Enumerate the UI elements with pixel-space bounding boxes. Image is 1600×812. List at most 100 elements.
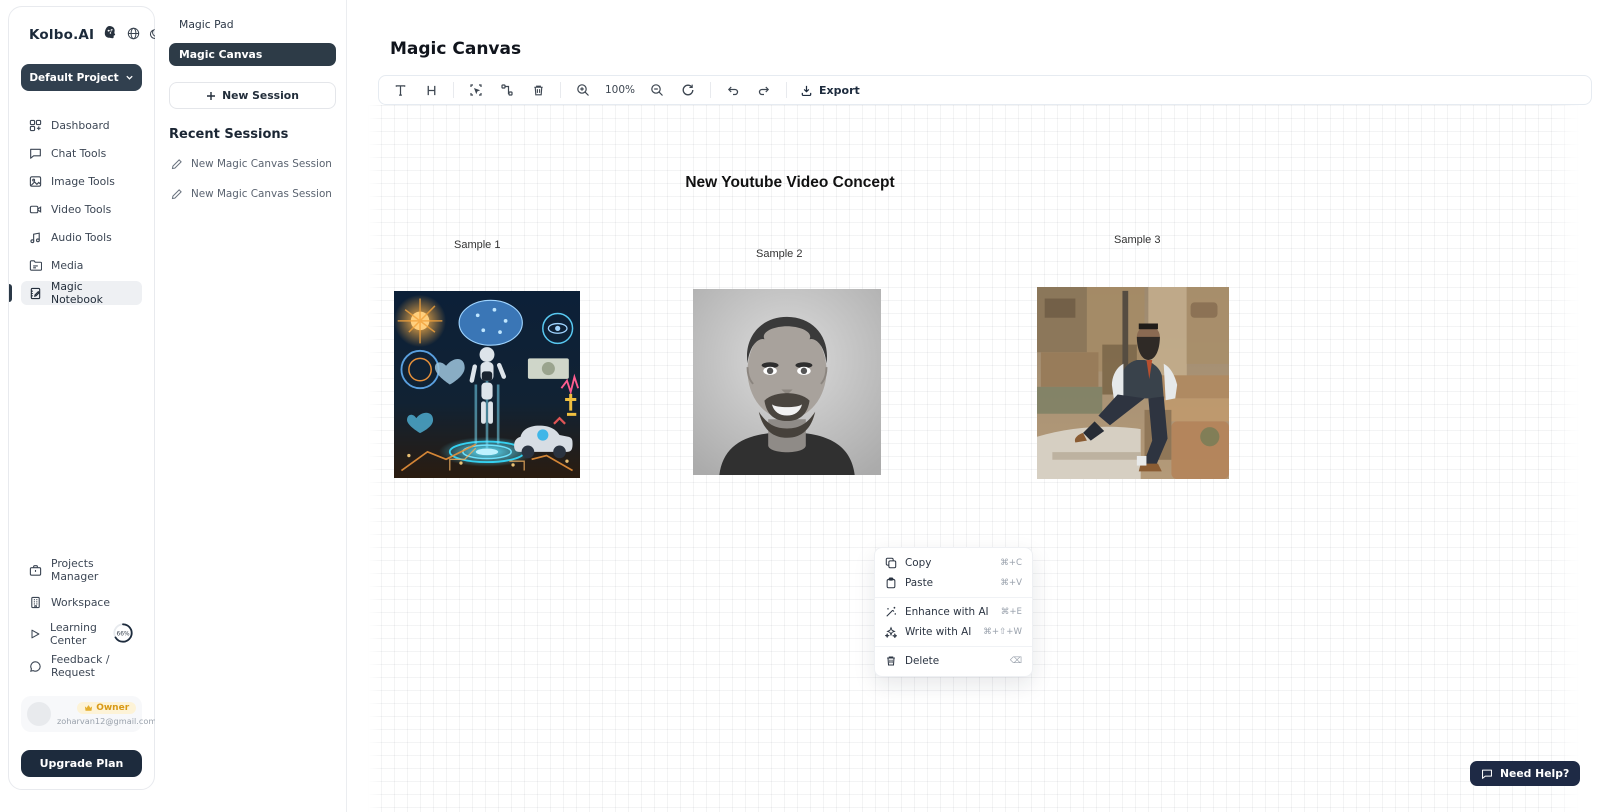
context-menu-divider	[875, 646, 1032, 647]
building-icon	[29, 596, 42, 609]
wand-icon	[885, 606, 897, 618]
sidebar-item-label: Magic Notebook	[51, 280, 134, 306]
canvas-toolbar: 100% Export	[378, 75, 1592, 105]
canvas-sample-1-label[interactable]: Sample 1	[454, 239, 500, 251]
sidebar-item-learning-center[interactable]: Learning Center 66%	[21, 622, 142, 646]
sidebar-item-chat-tools[interactable]: Chat Tools	[21, 141, 142, 165]
app-root: Kolbo.AI Default Project Dashboard Chat …	[0, 0, 1600, 812]
sidebar-item-dashboard[interactable]: Dashboard	[21, 113, 142, 137]
sidebar-item-label: Workspace	[51, 596, 110, 609]
project-selector[interactable]: Default Project	[21, 64, 142, 91]
context-menu-label: Copy	[905, 557, 931, 569]
sidebar-item-magic-notebook[interactable]: Magic Notebook	[21, 281, 142, 305]
owner-badge: Owner	[77, 702, 136, 714]
canvas-image-portrait[interactable]	[693, 289, 881, 475]
sidebar-item-video-tools[interactable]: Video Tools	[21, 197, 142, 221]
user-meta: Owner zoharvan12@gmail.com	[57, 702, 156, 726]
learning-progress-ring: 66%	[112, 622, 134, 647]
sidebar-item-audio-tools[interactable]: Audio Tools	[21, 225, 142, 249]
zoom-level: 100%	[605, 84, 635, 96]
magic-canvas-link-active[interactable]: Magic Canvas	[169, 43, 336, 66]
brand-head-icon	[102, 25, 117, 44]
user-email: zoharvan12@gmail.com	[57, 716, 156, 726]
svg-text:66%: 66%	[116, 631, 129, 637]
context-menu-label: Paste	[905, 577, 933, 589]
globe-icon[interactable]	[127, 25, 140, 44]
audio-icon	[29, 231, 42, 244]
reset-view-button[interactable]	[679, 81, 697, 99]
sidebar-item-label: Feedback / Request	[51, 653, 134, 679]
select-tool-button[interactable]	[467, 81, 485, 99]
page-title: Magic Canvas	[390, 39, 521, 59]
play-icon	[29, 628, 41, 640]
context-menu-item-paste[interactable]: Paste ⌘+V	[875, 573, 1032, 593]
canvas-image-ai-concept[interactable]	[394, 291, 580, 478]
need-help-button[interactable]: Need Help?	[1470, 761, 1580, 786]
copy-icon	[885, 557, 897, 569]
sidebar-item-projects-manager[interactable]: Projects Manager	[21, 558, 142, 582]
image-icon	[29, 175, 42, 188]
help-chat-icon	[1481, 768, 1493, 780]
sidebar-item-image-tools[interactable]: Image Tools	[21, 169, 142, 193]
sidebar-item-label: Image Tools	[51, 175, 115, 188]
magic-pad-link[interactable]: Magic Pad	[169, 14, 336, 35]
context-menu-shortcut: ⌘+V	[1000, 578, 1022, 588]
canvas-image-man-on-ruins[interactable]	[1037, 287, 1229, 479]
sidebar-item-label: Chat Tools	[51, 147, 106, 160]
user-account-card[interactable]: Owner zoharvan12@gmail.com ⌃	[21, 696, 142, 732]
session-item[interactable]: New Magic Canvas Session	[169, 156, 336, 172]
sidebar-item-media[interactable]: Media	[21, 253, 142, 277]
session-item[interactable]: New Magic Canvas Session	[169, 186, 336, 202]
new-session-button[interactable]: New Session	[169, 82, 336, 109]
context-menu-label: Enhance with AI	[905, 606, 989, 618]
redo-button[interactable]	[755, 81, 773, 99]
sidebar-item-label: Audio Tools	[51, 231, 112, 244]
new-session-label: New Session	[222, 89, 299, 102]
heading-tool-button[interactable]	[422, 81, 440, 99]
plus-icon	[206, 91, 216, 101]
sidebar-item-workspace[interactable]: Workspace	[21, 590, 142, 614]
notebook-icon	[29, 287, 42, 300]
chevron-down-icon	[125, 73, 134, 82]
zoom-in-button[interactable]	[574, 81, 592, 99]
briefcase-icon	[29, 564, 42, 577]
sparkle-icon	[885, 626, 897, 638]
upgrade-plan-button[interactable]: Upgrade Plan	[21, 750, 142, 777]
download-icon	[800, 84, 813, 97]
text-tool-button[interactable]	[391, 81, 409, 99]
paste-icon	[885, 577, 897, 589]
sidebar-item-label: Media	[51, 259, 83, 272]
context-menu: Copy ⌘+C Paste ⌘+V Enhance with AI ⌘+E W…	[874, 547, 1033, 677]
toolbar-divider	[453, 82, 454, 98]
toolbar-divider	[786, 82, 787, 98]
canvas-title-text[interactable]: New Youtube Video Concept	[540, 174, 1040, 192]
context-menu-item-copy[interactable]: Copy ⌘+C	[875, 553, 1032, 573]
canvas-sample-2-label[interactable]: Sample 2	[756, 248, 802, 260]
sidebar-item-feedback[interactable]: Feedback / Request	[21, 654, 142, 678]
context-menu-item-write-with-ai[interactable]: Write with AI ⌘+⇧+W	[875, 622, 1032, 642]
sidebar-nav: Dashboard Chat Tools Image Tools Video T…	[21, 113, 142, 305]
sidebar-bottom-nav: Projects Manager Workspace Learning Cent…	[21, 558, 142, 777]
media-icon	[29, 259, 42, 272]
context-menu-item-enhance-with-ai[interactable]: Enhance with AI ⌘+E	[875, 602, 1032, 622]
avatar	[27, 702, 51, 726]
sidebar: Kolbo.AI Default Project Dashboard Chat …	[8, 6, 155, 790]
export-button[interactable]: Export	[800, 84, 860, 97]
sidebar-item-label: Learning Center	[50, 621, 103, 647]
undo-button[interactable]	[724, 81, 742, 99]
context-menu-shortcut: ⌘+E	[1001, 607, 1022, 617]
project-selector-label: Default Project	[29, 72, 118, 84]
zoom-out-button[interactable]	[648, 81, 666, 99]
brand-logo: Kolbo.AI	[29, 27, 94, 43]
chat-icon	[29, 147, 42, 160]
canvas-sample-3-label[interactable]: Sample 3	[1114, 234, 1160, 246]
export-label: Export	[819, 84, 860, 97]
sessions-panel: Magic Pad Magic Canvas New Session Recen…	[155, 0, 347, 812]
delete-tool-button[interactable]	[529, 81, 547, 99]
context-menu-shortcut: ⌫	[1010, 656, 1022, 666]
dashboard-icon	[29, 119, 42, 132]
feedback-icon	[29, 660, 42, 673]
connector-tool-button[interactable]	[498, 81, 516, 99]
context-menu-shortcut: ⌘+C	[1000, 558, 1022, 568]
context-menu-item-delete[interactable]: Delete ⌫	[875, 651, 1032, 671]
